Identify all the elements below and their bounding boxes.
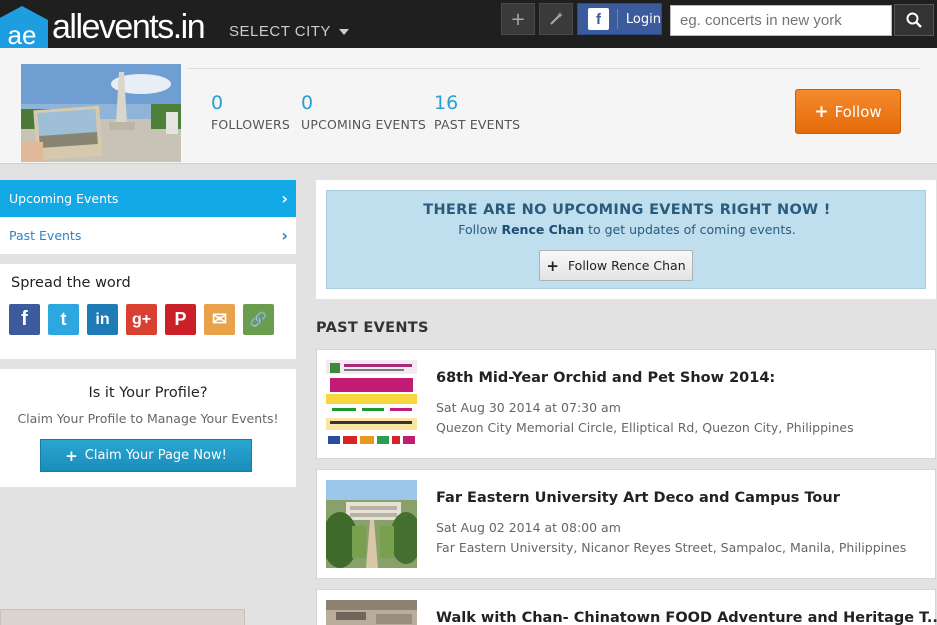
chevron-right-icon: › [281,226,288,245]
stat-followers[interactable]: 0 FOLLOWERS [211,92,290,132]
top-bar: ae allevents.in SELECT CITY + f Login [0,0,937,62]
event-card[interactable]: Far Eastern University Art Deco and Camp… [316,469,936,579]
stat-value: 16 [434,92,459,114]
follow-rence-chan-button[interactable]: + Follow Rence Chan [539,250,693,281]
facebook-icon[interactable]: f [9,304,40,335]
stat-past-events[interactable]: 16 PAST EVENTS [434,92,520,132]
search-icon [906,12,922,28]
past-events-heading: PAST EVENTS [316,320,429,336]
facebook-login-button[interactable]: f Login [577,3,662,35]
pinterest-icon[interactable]: P [165,304,196,335]
claim-title: Is it Your Profile? [88,385,208,401]
sub-prefix: Follow [458,222,498,237]
sidebar-item-label: Past Events [9,228,82,243]
search-button[interactable] [894,4,934,36]
sidebar-bottom-panel [0,609,245,625]
event-title[interactable]: Far Eastern University Art Deco and Camp… [436,490,840,506]
select-city-label: SELECT CITY [229,23,331,40]
svg-text:ae: ae [8,20,37,50]
claim-subtitle: Claim Your Profile to Manage Your Events… [17,411,279,426]
sidebar-item-past-events[interactable]: Past Events › [0,217,296,254]
stat-label: PAST EVENTS [434,117,521,132]
stat-label: FOLLOWERS [211,117,291,132]
plus-icon: + [65,446,78,465]
profile-header: 0 FOLLOWERS 0 UPCOMING EVENTS 16 PAST EV… [0,48,937,164]
caret-down-icon [338,29,349,36]
claim-button-label: Claim Your Page Now! [84,448,227,463]
stat-label: UPCOMING EVENTS [301,117,427,132]
event-card[interactable]: Walk with Chan- Chinatown FOOD Adventure… [316,589,937,625]
event-title[interactable]: 68th Mid-Year Orchid and Pet Show 2014: [436,370,775,386]
follow-button[interactable]: + Follow [795,89,901,134]
login-label: Login [625,11,661,27]
sidebar-item-upcoming-events[interactable]: Upcoming Events › [0,180,296,217]
search-input[interactable] [670,5,892,36]
select-city-dropdown[interactable]: SELECT CITY [229,23,349,40]
claim-profile-panel: Is it Your Profile? Claim Your Profile t… [0,369,296,487]
stat-value: 0 [301,92,314,114]
follow-label: Follow [834,102,882,121]
no-events-notice: THERE ARE NO UPCOMING EVENTS RIGHT NOW !… [326,190,926,289]
stat-value: 0 [211,92,224,114]
no-events-title: THERE ARE NO UPCOMING EVENTS RIGHT NOW ! [423,202,831,218]
stat-upcoming-events[interactable]: 0 UPCOMING EVENTS [301,92,426,132]
follow-rc-label: Follow Rence Chan [567,258,686,273]
magic-wand-icon [550,12,563,25]
profile-name-link[interactable]: Rence Chan [501,222,584,237]
event-thumbnail[interactable] [326,600,417,625]
email-icon[interactable]: ✉ [204,304,235,335]
facebook-icon: f [588,8,609,30]
plus-icon: + [510,8,526,30]
plus-icon: + [814,101,829,122]
link-icon[interactable]: 🔗 [243,304,274,335]
no-events-subtitle: Follow Rence Chan to get updates of comi… [327,222,927,237]
event-thumbnail[interactable] [326,360,417,448]
event-thumbnail[interactable] [326,480,417,568]
event-date: Sat Aug 30 2014 at 07:30 am [436,400,621,415]
divider [616,9,618,29]
spread-the-word-panel: Spread the word f t in g+ P ✉ 🔗 [0,264,296,359]
event-location: Quezon City Memorial Circle, Elliptical … [436,420,854,435]
linkedin-icon[interactable]: in [87,304,118,335]
sub-suffix: to get updates of coming events. [588,222,796,237]
twitter-icon[interactable]: t [48,304,79,335]
event-location: Far Eastern University, Nicanor Reyes St… [436,540,907,555]
event-card[interactable]: 68th Mid-Year Orchid and Pet Show 2014: … [316,349,936,459]
add-event-button[interactable]: + [501,3,535,35]
sidebar-item-label: Upcoming Events [9,191,119,206]
chevron-right-icon: › [281,189,288,208]
google-plus-icon[interactable]: g+ [126,304,157,335]
event-date: Sat Aug 02 2014 at 08:00 am [436,520,621,535]
claim-page-button[interactable]: + Claim Your Page Now! [40,439,252,472]
no-upcoming-events-card: THERE ARE NO UPCOMING EVENTS RIGHT NOW !… [316,180,936,299]
header-divider [187,68,920,69]
event-title[interactable]: Walk with Chan- Chinatown FOOD Adventure… [436,610,937,625]
logo-text[interactable]: allevents.in [52,8,206,47]
spread-title: Spread the word [11,275,131,291]
profile-photo [21,64,181,162]
sidebar-nav: Upcoming Events › Past Events › [0,180,296,254]
magic-wand-button[interactable] [539,3,573,35]
plus-icon: + [546,256,559,275]
